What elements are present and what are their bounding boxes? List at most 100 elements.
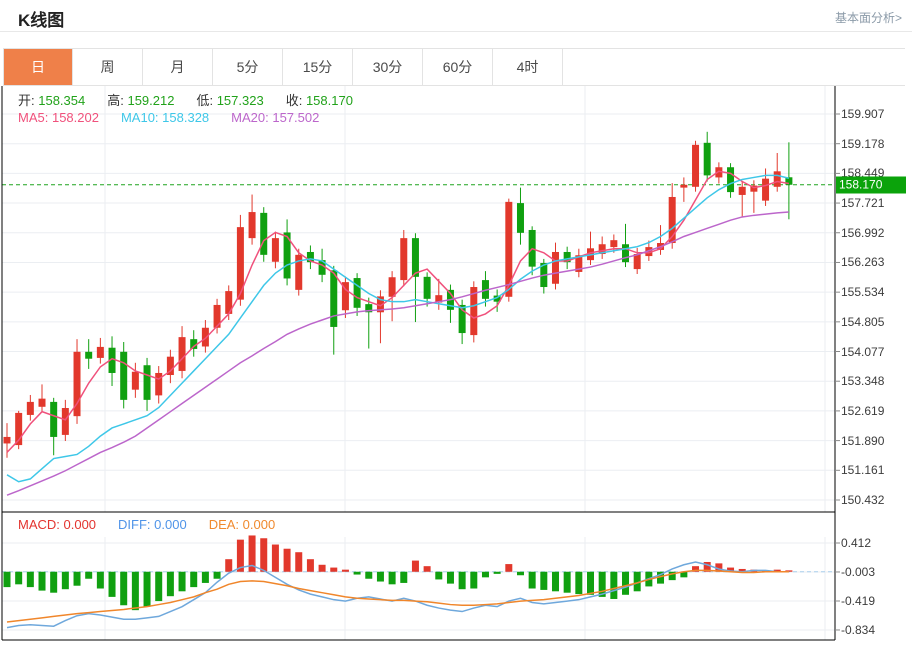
candle-body: [272, 238, 279, 262]
macd-bar: [389, 572, 396, 585]
indicator-pair: 开: 158.354: [18, 93, 85, 108]
indicator-value: 158.170: [306, 93, 353, 108]
indicator-label: 低:: [196, 93, 216, 108]
indicator-pair: 高: 159.212: [107, 93, 174, 108]
macd-bar: [354, 572, 361, 575]
y-axis-tick-label: 156.263: [841, 255, 884, 269]
macd-bar: [179, 572, 186, 592]
macd-bar: [424, 566, 431, 572]
indicator-pair: 低: 157.323: [196, 93, 263, 108]
y-axis-tick-label: 154.805: [841, 315, 884, 329]
macd-bar: [307, 559, 314, 572]
indicator-label: MA5:: [18, 110, 52, 125]
candle-body: [680, 185, 687, 188]
macd-bar: [494, 572, 501, 574]
macd-bar: [587, 572, 594, 595]
candle-body: [132, 372, 139, 390]
y-axis-tick-label: 152.619: [841, 404, 884, 418]
candle-body: [762, 179, 769, 201]
macd-bar: [517, 572, 524, 575]
macd-bar: [295, 552, 302, 572]
macd-bar: [39, 572, 46, 591]
candle-body: [155, 373, 162, 395]
macd-bar: [62, 572, 69, 589]
macd-bar: [482, 572, 489, 578]
indicator-value: 157.502: [272, 110, 319, 125]
macd-bar: [564, 572, 571, 593]
macd-bar: [540, 572, 547, 590]
candle-body: [552, 252, 559, 284]
indicator-pair: MA10: 158.328: [121, 110, 209, 125]
macd-axis-tick-label: -0.834: [841, 623, 875, 637]
macd-bar: [610, 572, 617, 599]
macd-axis-tick-label: 0.412: [841, 536, 871, 550]
macd-bar: [120, 572, 127, 606]
macd-bar: [365, 572, 372, 579]
ohlc-info-row: 开: 158.354 高: 159.212 低: 157.323 收: 158.170: [18, 90, 375, 109]
macd-bar: [214, 572, 221, 579]
candle-body: [622, 244, 629, 262]
indicator-label: DIFF:: [118, 517, 154, 532]
indicator-label: MACD:: [18, 517, 64, 532]
y-axis-tick-label: 156.992: [841, 226, 884, 240]
macd-bar: [284, 549, 291, 572]
y-axis-tick-label: 159.178: [841, 137, 884, 151]
candle-body: [4, 437, 11, 444]
macd-info-row: MACD: 0.000DIFF: 0.000DEA: 0.000: [18, 517, 297, 532]
macd-bar: [529, 572, 536, 589]
candle-body: [260, 213, 267, 255]
candle-body: [692, 145, 699, 187]
macd-bar: [412, 561, 419, 572]
macd-bar: [202, 572, 209, 583]
macd-bar: [144, 572, 151, 607]
macd-bar: [470, 572, 477, 589]
candle-body: [27, 402, 34, 415]
candle-body: [389, 277, 396, 297]
macd-bar: [132, 572, 139, 610]
candle-body: [85, 352, 92, 359]
candle-body: [727, 167, 734, 192]
candle-body: [610, 240, 617, 247]
indicator-pair: DIFF: 0.000: [118, 517, 187, 532]
macd-bar: [319, 565, 326, 572]
indicator-value: 159.212: [127, 93, 174, 108]
macd-bar: [225, 559, 232, 572]
y-axis-tick-label: 151.161: [841, 463, 884, 477]
macd-bar: [109, 572, 116, 597]
candle-body: [144, 365, 151, 400]
candle-body: [774, 171, 781, 186]
indicator-label: DEA:: [209, 517, 243, 532]
macd-bar: [272, 545, 279, 572]
candle-body: [517, 203, 524, 233]
macd-bar: [97, 572, 104, 589]
macd-bar: [4, 572, 11, 587]
indicator-label: MA20:: [231, 110, 272, 125]
candle-body: [634, 254, 641, 269]
macd-bar: [400, 572, 407, 583]
macd-axis-tick-label: -0.419: [841, 594, 875, 608]
candle-body: [202, 328, 209, 347]
candle-body: [704, 143, 711, 176]
indicator-value: 158.354: [38, 93, 85, 108]
y-axis-tick-label: 155.534: [841, 285, 884, 299]
indicator-pair: DEA: 0.000: [209, 517, 276, 532]
indicator-pair: MA5: 158.202: [18, 110, 99, 125]
candle-body: [739, 187, 746, 195]
indicator-pair: MA20: 157.502: [231, 110, 319, 125]
indicator-value: 158.328: [162, 110, 209, 125]
candle-body: [62, 408, 69, 435]
macd-bar: [155, 572, 162, 601]
candle-body: [50, 402, 57, 437]
macd-bar: [459, 572, 466, 589]
macd-bar: [190, 572, 197, 587]
macd-bar: [15, 572, 22, 585]
indicator-label: MA10:: [121, 110, 162, 125]
current-price-badge: 158.170: [836, 176, 906, 193]
indicator-label: 开:: [18, 93, 38, 108]
macd-bar: [377, 572, 384, 582]
indicator-value: 157.323: [217, 93, 264, 108]
indicator-pair: 收: 158.170: [286, 93, 353, 108]
candle-body: [412, 238, 419, 277]
macd-bar: [74, 572, 81, 586]
candle-body: [400, 238, 407, 280]
